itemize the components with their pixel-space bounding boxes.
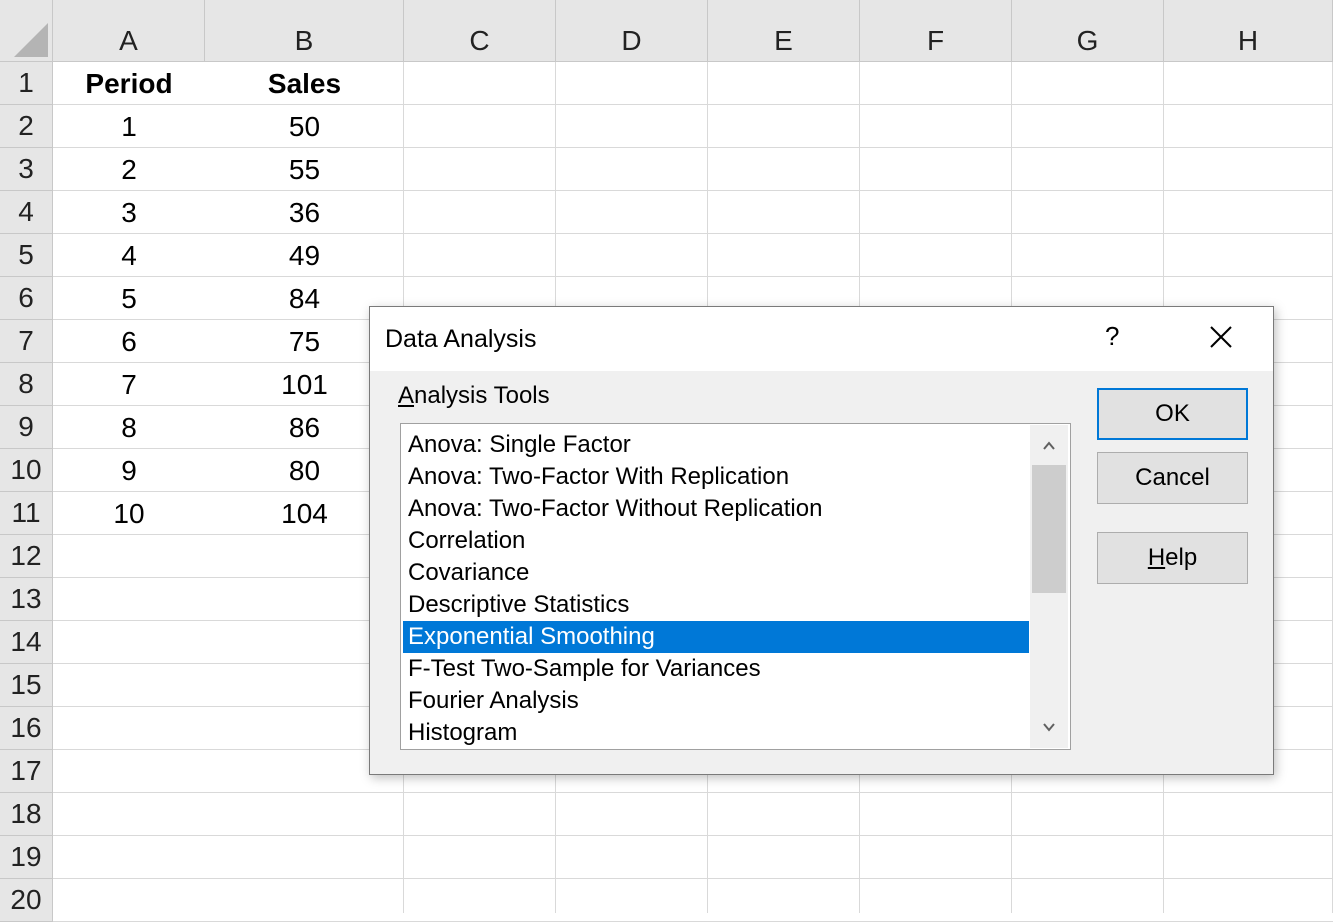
- cell-period[interactable]: 6: [53, 320, 205, 363]
- row-header-3[interactable]: 3: [0, 148, 53, 191]
- column-header-g[interactable]: G: [1012, 0, 1164, 62]
- cell-sales[interactable]: 50: [205, 105, 404, 148]
- row-header-5[interactable]: 5: [0, 234, 53, 277]
- cell-period[interactable]: 10: [53, 492, 205, 535]
- help-question-button[interactable]: ?: [1105, 321, 1119, 352]
- list-item[interactable]: Histogram: [403, 717, 1029, 749]
- select-all-corner[interactable]: [0, 0, 53, 62]
- cell-period[interactable]: 7: [53, 363, 205, 406]
- close-icon[interactable]: [1208, 324, 1234, 350]
- row-header-4[interactable]: 4: [0, 191, 53, 234]
- list-scrollbar[interactable]: [1030, 425, 1068, 748]
- cell-period[interactable]: 9: [53, 449, 205, 492]
- cell-sales[interactable]: 55: [205, 148, 404, 191]
- column-header-d[interactable]: D: [556, 0, 708, 62]
- list-item[interactable]: Covariance: [403, 557, 1029, 589]
- row-header-11[interactable]: 11: [0, 492, 53, 535]
- select-all-triangle-icon: [14, 23, 48, 57]
- row-header-19[interactable]: 19: [0, 836, 53, 879]
- row-header-13[interactable]: 13: [0, 578, 53, 621]
- list-item[interactable]: Anova: Single Factor: [403, 429, 1029, 461]
- cell-period[interactable]: 3: [53, 191, 205, 234]
- data-analysis-dialog: Data Analysis ? Analysis Tools Anova: Si…: [369, 306, 1274, 775]
- column-header-a[interactable]: A: [53, 0, 205, 62]
- ok-button[interactable]: OK: [1097, 388, 1248, 440]
- dialog-title: Data Analysis: [385, 325, 537, 353]
- column-header-c[interactable]: C: [404, 0, 556, 62]
- row-header-6[interactable]: 6: [0, 277, 53, 320]
- list-item[interactable]: Exponential Smoothing: [403, 621, 1029, 653]
- list-item[interactable]: F-Test Two-Sample for Variances: [403, 653, 1029, 685]
- cell-period[interactable]: 8: [53, 406, 205, 449]
- list-item[interactable]: Anova: Two-Factor Without Replication: [403, 493, 1029, 525]
- scroll-down-icon[interactable]: [1041, 719, 1057, 735]
- column-header-b[interactable]: B: [205, 0, 404, 62]
- gridline-horizontal: [53, 792, 1333, 793]
- list-item[interactable]: Descriptive Statistics: [403, 589, 1029, 621]
- row-header-1[interactable]: 1: [0, 62, 53, 105]
- column-header-e[interactable]: E: [708, 0, 860, 62]
- row-header-18[interactable]: 18: [0, 793, 53, 836]
- analysis-tools-list[interactable]: Anova: Single Factor Anova: Two-Factor Wi…: [400, 423, 1071, 750]
- list-item[interactable]: Fourier Analysis: [403, 685, 1029, 717]
- list-item[interactable]: Correlation: [403, 525, 1029, 557]
- cell-period[interactable]: 5: [53, 277, 205, 320]
- row-header-12[interactable]: 12: [0, 535, 53, 578]
- row-header-8[interactable]: 8: [0, 363, 53, 406]
- column-header-f[interactable]: F: [860, 0, 1012, 62]
- row-header-16[interactable]: 16: [0, 707, 53, 750]
- cell-sales[interactable]: 49: [205, 234, 404, 277]
- scroll-up-icon[interactable]: [1041, 438, 1057, 454]
- row-header-20[interactable]: 20: [0, 879, 53, 922]
- row-header-9[interactable]: 9: [0, 406, 53, 449]
- list-item[interactable]: Anova: Two-Factor With Replication: [403, 461, 1029, 493]
- cell-sales[interactable]: 36: [205, 191, 404, 234]
- cell-period[interactable]: 2: [53, 148, 205, 191]
- gridline-horizontal: [53, 878, 1333, 879]
- row-header-2[interactable]: 2: [0, 105, 53, 148]
- cell-a1-header[interactable]: Period: [53, 62, 205, 105]
- cancel-button[interactable]: Cancel: [1097, 452, 1248, 504]
- dialog-titlebar: Data Analysis ?: [370, 307, 1273, 371]
- cell-b1-header[interactable]: Sales: [205, 62, 404, 105]
- row-header-14[interactable]: 14: [0, 621, 53, 664]
- row-header-17[interactable]: 17: [0, 750, 53, 793]
- help-button[interactable]: Help: [1097, 532, 1248, 584]
- column-header-h[interactable]: H: [1164, 0, 1333, 62]
- row-header-10[interactable]: 10: [0, 449, 53, 492]
- scroll-thumb[interactable]: [1032, 465, 1066, 593]
- analysis-tools-label: Analysis Tools: [398, 382, 550, 409]
- row-header-7[interactable]: 7: [0, 320, 53, 363]
- row-header-15[interactable]: 15: [0, 664, 53, 707]
- cell-period[interactable]: 4: [53, 234, 205, 277]
- cell-period[interactable]: 1: [53, 105, 205, 148]
- gridline-horizontal: [53, 835, 1333, 836]
